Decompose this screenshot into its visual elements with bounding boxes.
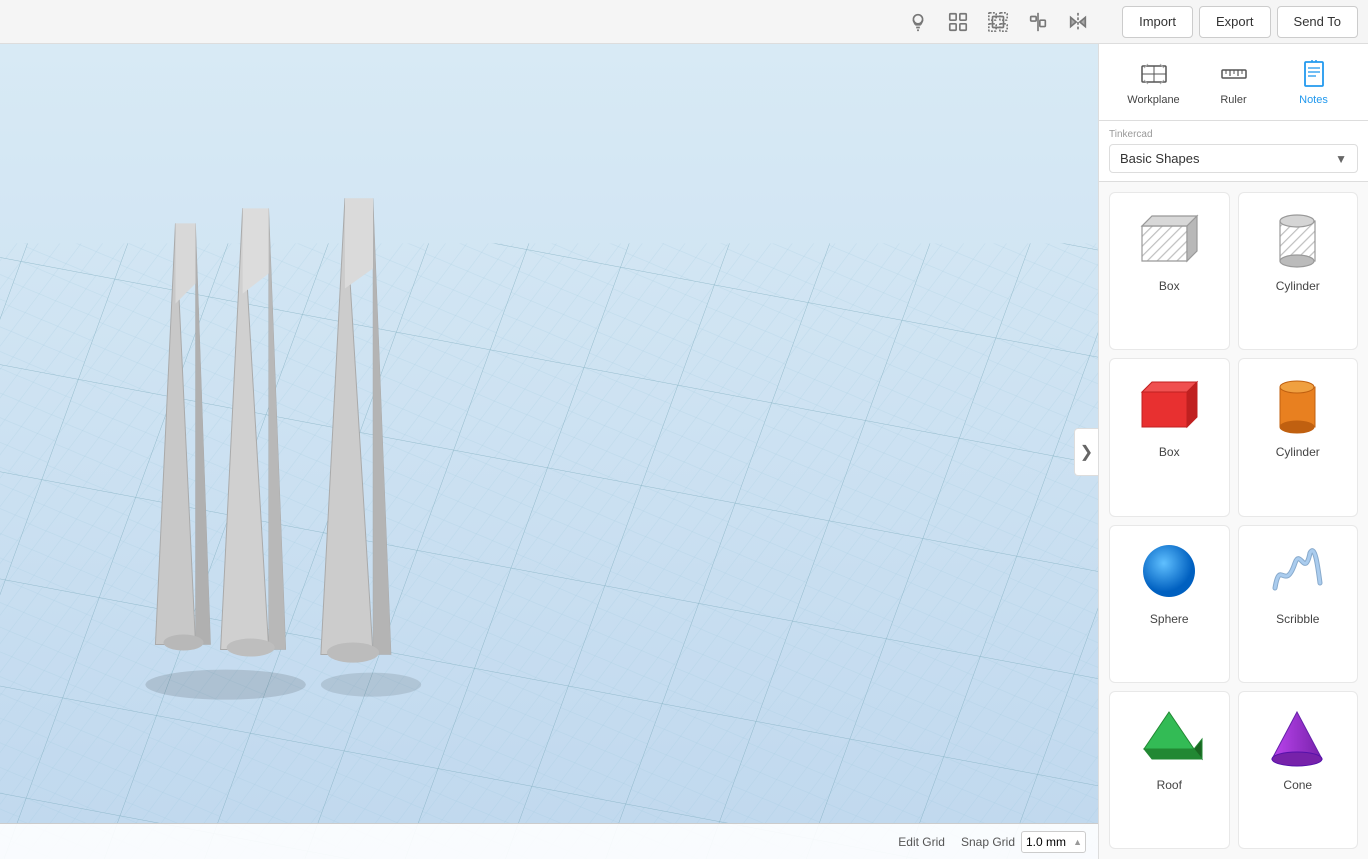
workplane-tool-label: Workplane: [1127, 94, 1179, 106]
shape-canvas-box-red: [1129, 369, 1209, 439]
shape-select-icon-btn[interactable]: [940, 4, 976, 40]
lightbulb-icon-btn[interactable]: [900, 4, 936, 40]
shape-canvas-cylinder-gray: [1258, 203, 1338, 273]
shape-label-cylinder-gray: Cylinder: [1276, 279, 1320, 293]
panel-tools: Workplane Ruler: [1099, 44, 1368, 121]
shape-selector: Tinkercad Basic Shapes ▼: [1099, 121, 1368, 182]
shape-canvas-sphere-blue: [1129, 536, 1209, 606]
workplane-icon: [1138, 58, 1170, 90]
shape-item-box-red[interactable]: Box: [1109, 358, 1230, 516]
top-toolbar: Import Export Send To: [0, 0, 1368, 44]
shape-item-cylinder-orange[interactable]: Cylinder: [1238, 358, 1359, 516]
chevron-down-icon: ▼: [1335, 152, 1347, 166]
shape-item-box-gray[interactable]: Box: [1109, 192, 1230, 350]
toolbar-icon-group: [900, 4, 1096, 40]
viewport[interactable]: ❯ Edit Grid Snap Grid ▲: [0, 44, 1098, 859]
align-icon-btn[interactable]: [1020, 4, 1056, 40]
panel-toggle-button[interactable]: ❯: [1074, 428, 1098, 476]
ruler-tool-button[interactable]: Ruler: [1194, 52, 1274, 112]
shape-item-roof-green[interactable]: Roof: [1109, 691, 1230, 849]
import-button[interactable]: Import: [1122, 6, 1193, 38]
group-icon-btn[interactable]: [980, 4, 1016, 40]
mirror-icon-btn[interactable]: [1060, 4, 1096, 40]
snap-grid-label: Snap Grid: [961, 835, 1015, 849]
shapes-grid: Box: [1099, 182, 1368, 859]
notes-tool-label: Notes: [1299, 94, 1328, 106]
bottom-bar: Edit Grid Snap Grid ▲: [0, 823, 1098, 859]
shape-label-scribble: Scribble: [1276, 612, 1319, 626]
main-area: ❯ Edit Grid Snap Grid ▲: [0, 44, 1368, 859]
shape-label-box-red: Box: [1159, 445, 1180, 459]
shape-item-cone-purple[interactable]: Cone: [1238, 691, 1359, 849]
ruler-icon: [1218, 58, 1250, 90]
shape-canvas-cylinder-orange: [1258, 369, 1338, 439]
grid-canvas[interactable]: ❯ Edit Grid Snap Grid ▲: [0, 44, 1098, 859]
shape-provider-label: Tinkercad: [1109, 129, 1358, 140]
notes-icon: [1298, 58, 1330, 90]
shape-item-scribble[interactable]: Scribble: [1238, 525, 1359, 683]
shape-label-box-gray: Box: [1159, 279, 1180, 293]
right-panel: Workplane Ruler: [1098, 44, 1368, 859]
shape-library-dropdown[interactable]: Basic Shapes ▼: [1109, 144, 1358, 173]
edit-grid-label[interactable]: Edit Grid: [898, 835, 945, 849]
shape-label-roof: Roof: [1157, 778, 1182, 792]
shape-label-sphere: Sphere: [1150, 612, 1189, 626]
shape-library-name: Basic Shapes: [1120, 151, 1200, 166]
shape-canvas-roof-green: [1129, 702, 1209, 772]
shape-canvas-cone-purple: [1258, 702, 1338, 772]
workplane-tool-button[interactable]: Workplane: [1114, 52, 1194, 112]
ruler-tool-label: Ruler: [1220, 94, 1246, 106]
shape-item-cylinder-gray[interactable]: Cylinder: [1238, 192, 1359, 350]
send-to-button[interactable]: Send To: [1277, 6, 1358, 38]
shape-label-cylinder-orange: Cylinder: [1276, 445, 1320, 459]
shape-label-cone: Cone: [1283, 778, 1312, 792]
shape-canvas-box-gray: [1129, 203, 1209, 273]
shape-canvas-scribble: [1258, 536, 1338, 606]
shape-item-sphere-blue[interactable]: Sphere: [1109, 525, 1230, 683]
export-button[interactable]: Export: [1199, 6, 1271, 38]
snap-grid-control: Snap Grid ▲: [961, 831, 1086, 853]
notes-tool-button[interactable]: Notes: [1274, 52, 1354, 112]
